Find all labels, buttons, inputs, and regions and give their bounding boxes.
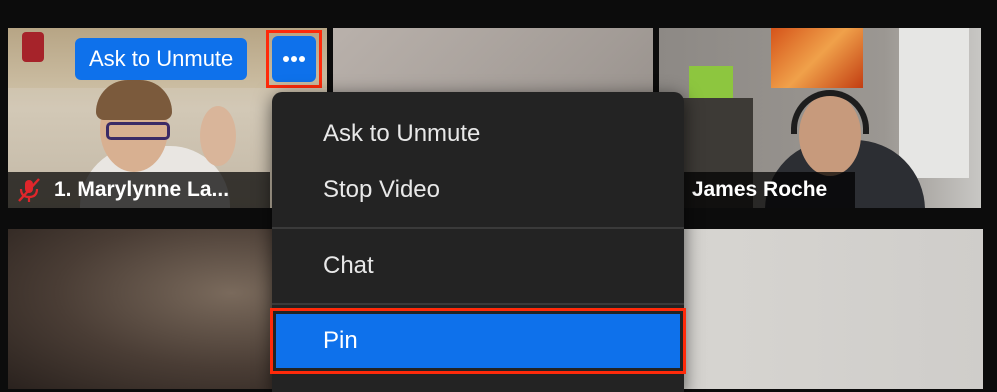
menu-item-label: Stop Video [323,176,440,203]
menu-divider [272,303,684,305]
background-painting [771,28,863,88]
participant-name-bar: : James Roche [675,172,855,208]
ask-to-unmute-button[interactable]: Ask to Unmute [75,38,248,80]
more-horizontal-icon [283,56,305,62]
participant-name: : James Roche [679,178,828,201]
participant-name-bar: 1. Marylynne La... [8,172,270,208]
participant-hand [200,106,236,166]
menu-item-label: Ask to Unmute [323,120,481,147]
background-decor [22,32,44,62]
video-tile-james-roche[interactable]: : James Roche [659,28,981,208]
more-options-button[interactable] [272,36,316,82]
mic-muted-icon [18,178,40,202]
menu-item-label: Chat [323,252,374,279]
menu-item-chat[interactable]: Chat [272,238,684,294]
menu-item-pin[interactable]: Pin [276,314,680,368]
background-door [899,28,969,178]
menu-divider [272,227,684,229]
menu-item-stop-video[interactable]: Stop Video [272,162,684,218]
menu-item-label: Pin [323,327,358,354]
participant-glasses [106,122,170,140]
participant-name: 1. Marylynne La... [54,178,230,201]
menu-item-ask-to-unmute[interactable]: Ask to Unmute [272,106,684,162]
